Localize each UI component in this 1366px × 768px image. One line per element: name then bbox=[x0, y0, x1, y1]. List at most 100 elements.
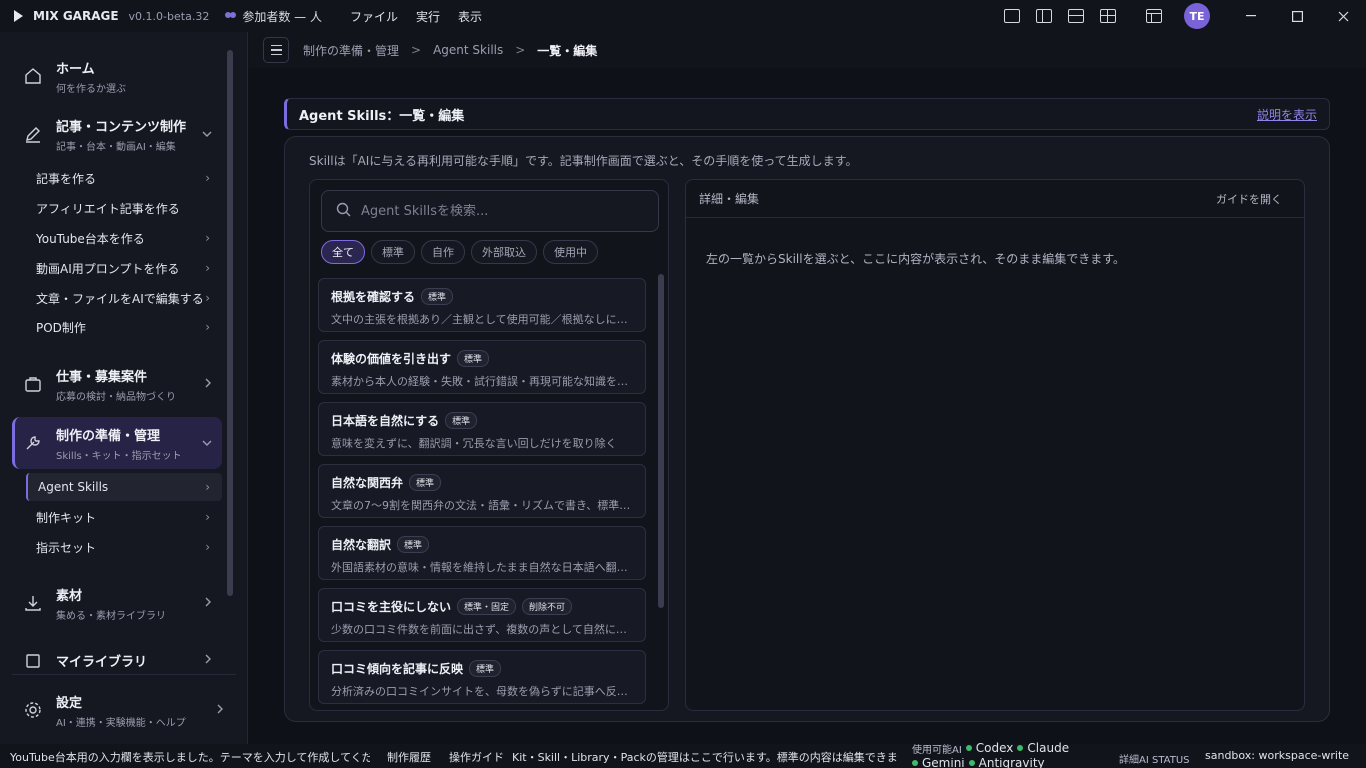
status-dot-icon bbox=[965, 745, 972, 751]
breadcrumb-item[interactable]: 制作の準備・管理 bbox=[303, 42, 399, 59]
title-bar: MIX GARAGE v0.1.0-beta.32 参加者数 — 人 ファイル … bbox=[0, 0, 1366, 32]
layout-split-vertical-icon[interactable] bbox=[1036, 9, 1052, 23]
section-title: マイライブラリ bbox=[56, 654, 148, 670]
sidebar-section-prep[interactable]: 制作の準備・管理 Skills・キット・指示セット bbox=[12, 417, 222, 469]
sidebar-item-label: 文章・ファイルをAIで編集する bbox=[36, 291, 204, 306]
open-guide-button[interactable]: ガイドを開く bbox=[1216, 191, 1282, 207]
library-icon bbox=[22, 649, 44, 671]
sidebar-section-settings[interactable]: 設定 AI・連携・実験機能・ヘルプ bbox=[12, 684, 234, 736]
list-scrollbar[interactable] bbox=[658, 274, 664, 608]
skill-badge: 標準 bbox=[445, 412, 478, 429]
sidebar-section-jobs[interactable]: 仕事・募集案件 応募の検討・納品物づくり bbox=[12, 358, 222, 410]
chevron-right-icon: › bbox=[205, 261, 210, 275]
chevron-right-icon[interactable] bbox=[217, 702, 224, 718]
sidebar-item-affiliate-article[interactable]: アフィリエイト記事を作る bbox=[26, 194, 222, 222]
available-ai: 使用可能AI Codex Claude bbox=[912, 741, 1069, 756]
menu-toggle-button[interactable] bbox=[263, 37, 289, 63]
menu-file[interactable]: ファイル bbox=[350, 8, 398, 25]
layout-sidebar-toggle-icon[interactable] bbox=[1146, 9, 1162, 23]
gear-icon bbox=[22, 699, 44, 721]
page-title: Agent Skills：一覧・編集 bbox=[299, 108, 465, 124]
sidebar-item-ai-edit[interactable]: 文章・ファイルをAIで編集する › bbox=[26, 284, 222, 312]
app-version: v0.1.0-beta.32 bbox=[128, 9, 210, 23]
status-dot-icon bbox=[1017, 745, 1024, 751]
help-link[interactable]: 説明を表示 bbox=[1257, 106, 1317, 123]
sidebar-section-content[interactable]: 記事・コンテンツ制作 記事・台本・動画AI・編集 bbox=[12, 108, 222, 160]
chevron-right-icon: › bbox=[205, 171, 210, 185]
filter-standard[interactable]: 標準 bbox=[371, 240, 415, 264]
skill-title: 自然な関西弁 bbox=[331, 476, 404, 490]
breadcrumb-current: 一覧・編集 bbox=[537, 43, 598, 58]
sidebar-item-production-kit[interactable]: 制作キット › bbox=[26, 503, 222, 531]
avatar[interactable]: TE bbox=[1184, 3, 1210, 29]
chevron-right-icon: › bbox=[205, 480, 210, 494]
skill-item[interactable]: 自然な翻訳 標準 外国語素材の意味・情報を維持したまま自然な日本語へ翻訳する bbox=[318, 526, 646, 580]
sidebar-item-pod[interactable]: POD制作 › bbox=[26, 313, 222, 341]
chevron-right-icon[interactable] bbox=[205, 376, 212, 392]
breadcrumb-item[interactable]: Agent Skills bbox=[433, 43, 503, 57]
chevron-right-icon: › bbox=[205, 510, 210, 524]
skill-item[interactable]: 体験の価値を引き出す 標準 素材から本人の経験・失敗・試行錯誤・再現可能な知識を、… bbox=[318, 340, 646, 394]
section-subtitle: Skills・キット・指示セット bbox=[56, 450, 182, 462]
skill-item[interactable]: 日本語を自然にする 標準 意味を変えずに、翻訳調・冗長な言い回しだけを取り除く bbox=[318, 402, 646, 456]
skill-item[interactable]: 口コミ傾向を記事に反映 標準 分析済みの口コミインサイトを、母数を偽らずに記事へ反… bbox=[318, 650, 646, 704]
skill-title: 日本語を自然にする bbox=[331, 414, 440, 428]
chevron-right-icon: › bbox=[205, 540, 210, 554]
people-icon bbox=[225, 11, 237, 21]
chevron-down-icon[interactable] bbox=[202, 435, 212, 451]
play-icon[interactable] bbox=[14, 10, 23, 22]
sidebar-item-write-article[interactable]: 記事を作る › bbox=[26, 164, 222, 192]
status-message: YouTube台本用の入力欄を表示しました。テーマを入力して作成してください。 bbox=[10, 751, 370, 764]
history-link[interactable]: 制作履歴 bbox=[387, 749, 431, 765]
skill-description: 分析済みの口コミインサイトを、母数を偽らずに記事へ反映する bbox=[331, 685, 633, 698]
skill-description: 外国語素材の意味・情報を維持したまま自然な日本語へ翻訳する bbox=[331, 561, 633, 574]
layout-single-icon[interactable] bbox=[1004, 9, 1020, 23]
skill-item[interactable]: 口コミを主役にしない 標準・固定 削除不可 少数の口コミ件数を前面に出さず、複数の声… bbox=[318, 588, 646, 642]
sidebar-scrollbar[interactable] bbox=[227, 50, 233, 596]
filter-all[interactable]: 全て bbox=[321, 240, 365, 264]
sidebar-item-label: Agent Skills bbox=[38, 480, 109, 494]
chevron-right-icon: › bbox=[205, 320, 210, 334]
minimize-button[interactable] bbox=[1228, 0, 1274, 32]
available-ai-row2: Gemini Antigravity bbox=[912, 758, 1045, 768]
layout-split-horizontal-icon[interactable] bbox=[1068, 9, 1084, 23]
breadcrumb-separator: > bbox=[515, 43, 526, 57]
status-bar: YouTube台本用の入力欄を表示しました。テーマを入力して作成してください。 … bbox=[0, 741, 1366, 768]
sidebar-section-materials[interactable]: 素材 集める・素材ライブラリ bbox=[12, 577, 222, 629]
sidebar-item-youtube-script[interactable]: YouTube台本を作る › bbox=[26, 224, 222, 252]
search-input[interactable] bbox=[361, 203, 641, 219]
page-header: Agent Skills：一覧・編集 説明を表示 bbox=[284, 98, 1330, 130]
sidebar-section-home[interactable]: ホーム 何を作るか選ぶ bbox=[12, 50, 222, 102]
sidebar-item-video-ai-prompt[interactable]: 動画AI用プロンプトを作る › bbox=[26, 254, 222, 282]
operation-guide-link[interactable]: 操作ガイド bbox=[449, 749, 504, 765]
close-button[interactable] bbox=[1320, 0, 1366, 32]
filter-chips: 全て 標準 自作 外部取込 使用中 bbox=[321, 240, 598, 264]
sidebar-item-label: YouTube台本を作る bbox=[36, 231, 145, 246]
chevron-down-icon[interactable] bbox=[202, 126, 212, 142]
layout-quad-icon[interactable] bbox=[1100, 9, 1116, 23]
sidebar-item-instruction-set[interactable]: 指示セット › bbox=[26, 533, 222, 561]
section-subtitle: 記事・台本・動画AI・編集 bbox=[56, 141, 176, 153]
filter-custom[interactable]: 自作 bbox=[421, 240, 465, 264]
chevron-right-icon[interactable] bbox=[205, 652, 212, 668]
sidebar-section-my-library[interactable]: マイライブラリ bbox=[12, 636, 222, 684]
menu-run[interactable]: 実行 bbox=[416, 8, 440, 25]
wrench-icon bbox=[22, 432, 44, 454]
home-icon bbox=[22, 65, 44, 87]
skill-badge: 標準 bbox=[421, 288, 454, 305]
skill-item[interactable]: 自然な関西弁 標準 文章の7〜9割を関西弁の文法・語彙・リズムで書き、標準語主..… bbox=[318, 464, 646, 518]
sidebar-item-agent-skills[interactable]: Agent Skills › bbox=[26, 473, 222, 501]
chevron-right-icon[interactable] bbox=[205, 595, 212, 611]
skill-description: 文中の主張を根拠あり／主観として使用可能／根拠なしに分類... bbox=[331, 313, 633, 326]
skill-item[interactable]: 根拠を確認する 標準 文中の主張を根拠あり／主観として使用可能／根拠なしに分類..… bbox=[318, 278, 646, 332]
available-ai-label: 使用可能AI bbox=[912, 744, 962, 756]
download-icon bbox=[22, 592, 44, 614]
section-title: 素材 bbox=[56, 588, 83, 604]
maximize-button[interactable] bbox=[1274, 0, 1320, 32]
menu-view[interactable]: 表示 bbox=[458, 8, 482, 25]
detail-ai-status[interactable]: 詳細AI STATUS bbox=[1119, 751, 1190, 766]
sidebar-item-label: POD制作 bbox=[36, 320, 86, 335]
filter-imported[interactable]: 外部取込 bbox=[471, 240, 537, 264]
filter-in-use[interactable]: 使用中 bbox=[543, 240, 598, 264]
ai-antigravity: Antigravity bbox=[978, 758, 1045, 768]
